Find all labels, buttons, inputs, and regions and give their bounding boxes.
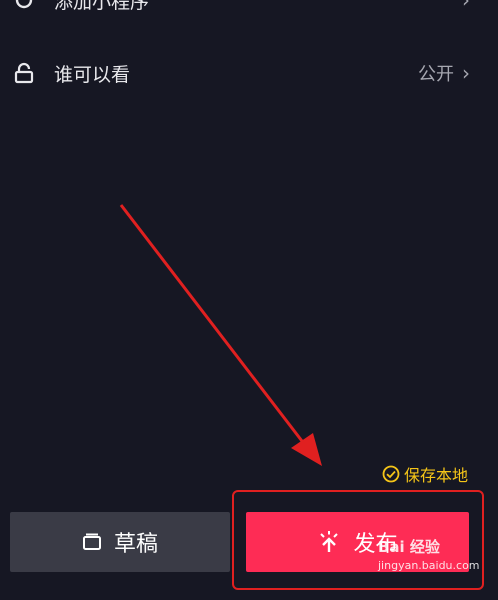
chevron-right-icon: › bbox=[462, 0, 470, 12]
watermark-brand: Bai 经验 bbox=[378, 538, 440, 556]
who-can-view-label: 谁可以看 bbox=[54, 63, 131, 86]
check-circle-icon bbox=[382, 465, 400, 483]
watermark: Bai 经验 jingyan.baidu.com bbox=[378, 536, 480, 572]
add-mini-program-label: 添加小程序 bbox=[54, 0, 150, 13]
mini-program-icon bbox=[12, 0, 36, 12]
chevron-right-icon: › bbox=[462, 61, 470, 85]
unlock-icon bbox=[12, 61, 36, 85]
draft-box-icon bbox=[82, 533, 101, 550]
who-can-view-row[interactable]: 谁可以看 公开 › bbox=[0, 49, 498, 97]
privacy-value: 公开 bbox=[418, 64, 454, 85]
save-local-label: 保存本地 bbox=[403, 466, 468, 485]
draft-button[interactable]: 草稿 bbox=[10, 512, 230, 572]
draft-label: 草稿 bbox=[113, 532, 158, 557]
save-local-toggle[interactable]: 保存本地 bbox=[382, 462, 468, 486]
watermark-url: jingyan.baidu.com bbox=[378, 559, 480, 572]
add-mini-program-row[interactable]: 添加小程序 › bbox=[0, 0, 498, 24]
